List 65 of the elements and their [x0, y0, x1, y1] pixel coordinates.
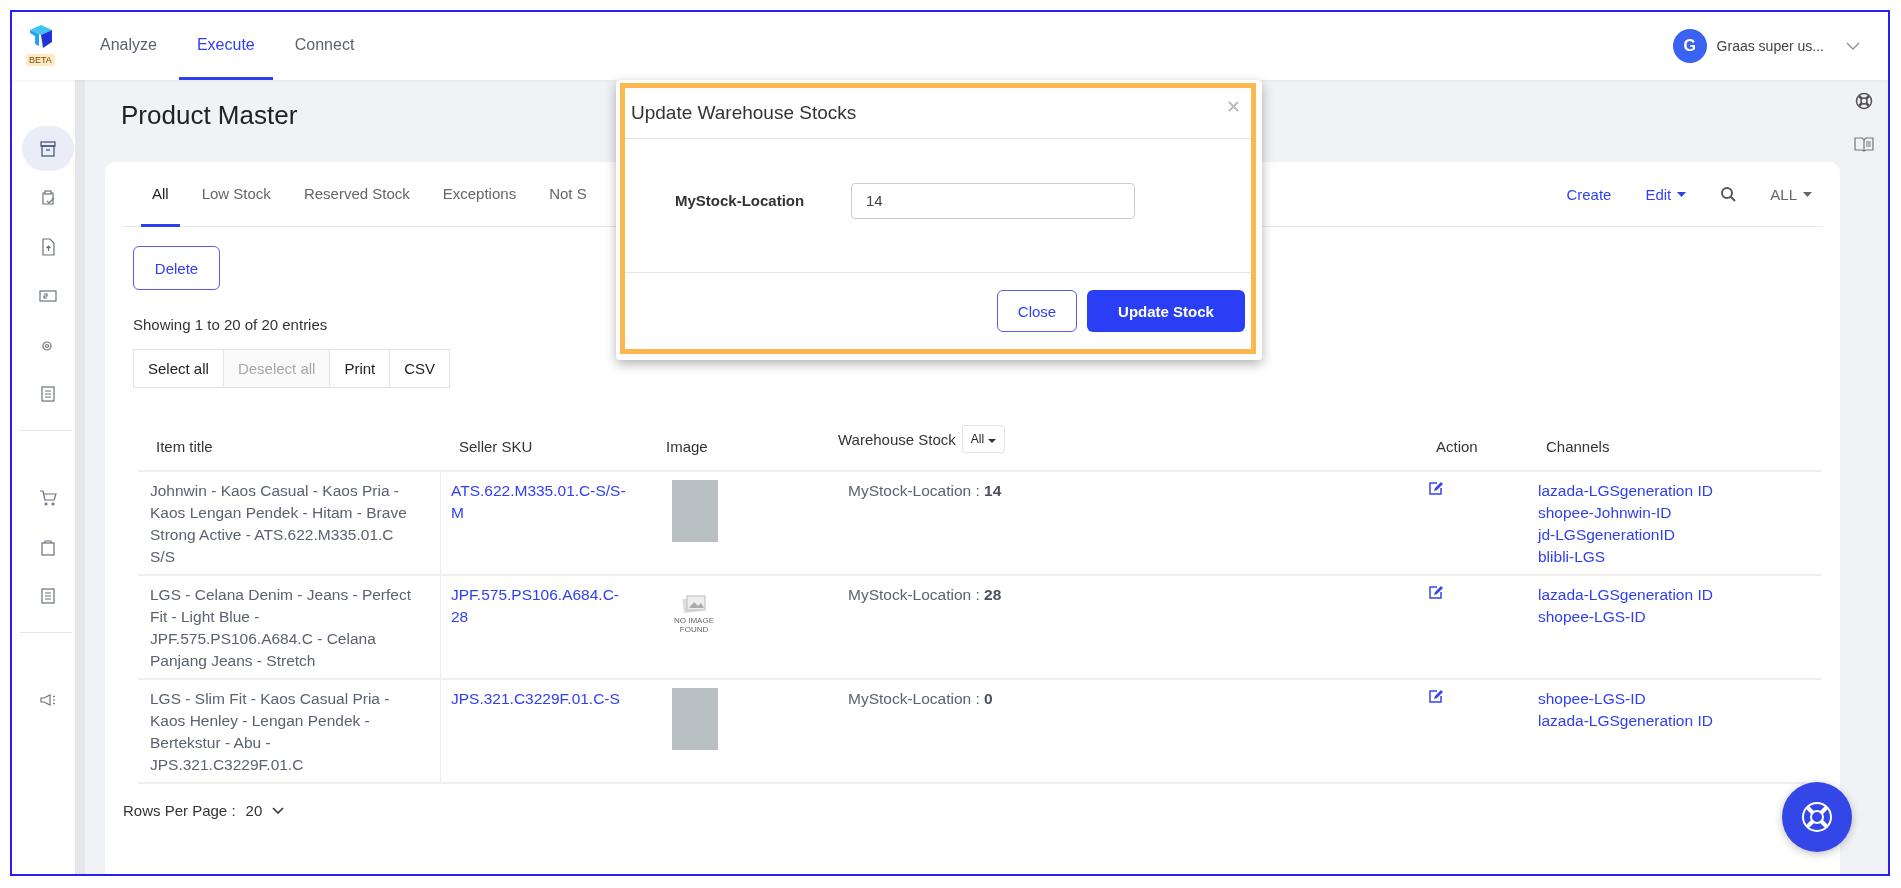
- nav-tab[interactable]: Connect: [276, 12, 373, 80]
- search-icon[interactable]: [1720, 186, 1737, 202]
- edit-icon[interactable]: [1428, 481, 1444, 496]
- user-name[interactable]: Graas super us...: [1716, 38, 1824, 54]
- stock-text: MyStock-Location : 0: [848, 690, 993, 707]
- channel-link[interactable]: blibli-LGS: [1538, 546, 1606, 568]
- sku-link[interactable]: JPS.321.C3229F.01.C-S: [451, 688, 634, 710]
- photo-placeholder: [672, 688, 718, 750]
- filter-tab[interactable]: Reserved Stock: [292, 162, 421, 227]
- column-header: Warehouse Stock: [838, 430, 956, 448]
- filter-tab[interactable]: Exceptions: [431, 162, 528, 227]
- stock-text: MyStock-Location : 14: [848, 482, 1002, 499]
- channel-link[interactable]: lazada-LGSgeneration ID: [1538, 710, 1713, 732]
- column-header: Image: [665, 437, 709, 455]
- item-title: Johnwin - Kaos Casual - Kaos Pria - Kaos Lengan Pendek - Hitam - Brave Strong Active - ATS.622.M335.01.C S/S: [150, 482, 407, 565]
- edit-icon[interactable]: [1428, 689, 1444, 704]
- item-title: LGS - Slim Fit - Kaos Casual Pria - Kaos Henley - Lengan Pendek - Bertekstur - Abu - JPS.321.C3229F.01.C: [150, 690, 390, 773]
- channel-link[interactable]: lazada-LGSgeneration ID: [1538, 480, 1713, 502]
- book-icon[interactable]: [1854, 136, 1874, 152]
- close-icon[interactable]: [1228, 100, 1239, 112]
- photo-placeholder: [672, 480, 718, 542]
- edit-dropdown[interactable]: Edit: [1645, 185, 1687, 203]
- entries-info: Showing 1 to 20 of 20 entries: [133, 316, 328, 333]
- stock-input-field[interactable]: 14: [851, 182, 1135, 219]
- item-title: LGS - Celana Denim - Jeans - Perfect Fit - Light Blue - JPF.575.PS106.A684.C - Celana Panjang Jeans - Stretch: [150, 586, 412, 669]
- caret-icon: [1803, 191, 1812, 197]
- stock-text: MyStock-Location : 28: [848, 586, 1002, 603]
- filter-tab[interactable]: All: [141, 162, 180, 227]
- edit-icon[interactable]: [1428, 585, 1444, 600]
- create-link[interactable]: Create: [1566, 185, 1612, 203]
- rows-per-page-label: Rows Per Page :: [123, 802, 236, 819]
- rows-per-page-select[interactable]: 20: [245, 802, 285, 819]
- field-label: MyStock-Location: [675, 192, 806, 209]
- channel-link[interactable]: shopee-LGS-ID: [1538, 606, 1646, 628]
- sku-link[interactable]: ATS.622.M335.01.C-S/S-M: [451, 480, 634, 524]
- delete-button[interactable]: Delete: [133, 246, 220, 290]
- chevron-down-icon: [272, 807, 285, 814]
- no-image-text: NO IMAGE FOUND: [673, 616, 715, 634]
- lifebuoy-icon[interactable]: [1855, 92, 1873, 110]
- beta-badge: BETA: [26, 54, 55, 66]
- channel-link[interactable]: shopee-Johnwin-ID: [1538, 502, 1672, 524]
- all-dropdown[interactable]: ALL: [1770, 185, 1812, 203]
- update-stock-button[interactable]: Update Stock: [1087, 290, 1245, 332]
- column-header: Channels: [1545, 437, 1611, 455]
- page-title: Product Master: [121, 100, 298, 132]
- filter-tab[interactable]: Not S: [538, 162, 598, 227]
- column-header: Item title: [155, 437, 214, 455]
- caret-icon: [987, 439, 996, 443]
- archive-icon[interactable]: [21, 126, 74, 171]
- channel-link[interactable]: lazada-LGSgeneration ID: [1538, 584, 1713, 606]
- channel-link[interactable]: shopee-LGS-ID: [1538, 688, 1646, 710]
- column-header: Action: [1435, 437, 1479, 455]
- nav-tab[interactable]: Analyze: [82, 12, 175, 80]
- image-icon: [681, 594, 707, 616]
- channel-link[interactable]: jd-LGSgenerationID: [1538, 524, 1675, 546]
- dialog-title: Update Warehouse Stocks: [631, 102, 857, 124]
- filter-tab[interactable]: Low Stock: [190, 162, 282, 227]
- sku-link[interactable]: JPF.575.PS106.A684.C-28: [451, 584, 634, 628]
- sidebar-scrollbar[interactable]: [75, 80, 85, 874]
- stock-filter-dropdown[interactable]: All: [961, 425, 1005, 453]
- caret-icon: [1677, 191, 1687, 197]
- chevron-down-icon[interactable]: [1846, 42, 1860, 50]
- column-header: Seller SKU: [458, 437, 534, 455]
- user-avatar[interactable]: G: [1672, 29, 1707, 63]
- close-button[interactable]: Close: [997, 290, 1077, 332]
